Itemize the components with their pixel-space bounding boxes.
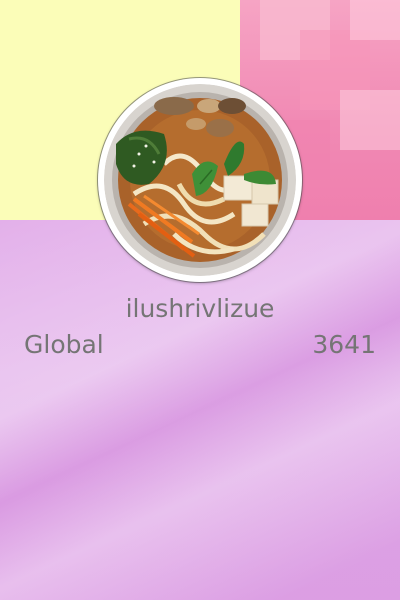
banner-tile xyxy=(350,0,400,40)
score-value: 3641 xyxy=(312,330,376,359)
banner-tile xyxy=(340,90,400,150)
noodle-soup-avatar-icon xyxy=(104,84,296,276)
avatar[interactable] xyxy=(98,78,302,282)
username: ilushrivlizue xyxy=(125,294,275,323)
leaderboard-scope-label: Global xyxy=(24,330,104,359)
